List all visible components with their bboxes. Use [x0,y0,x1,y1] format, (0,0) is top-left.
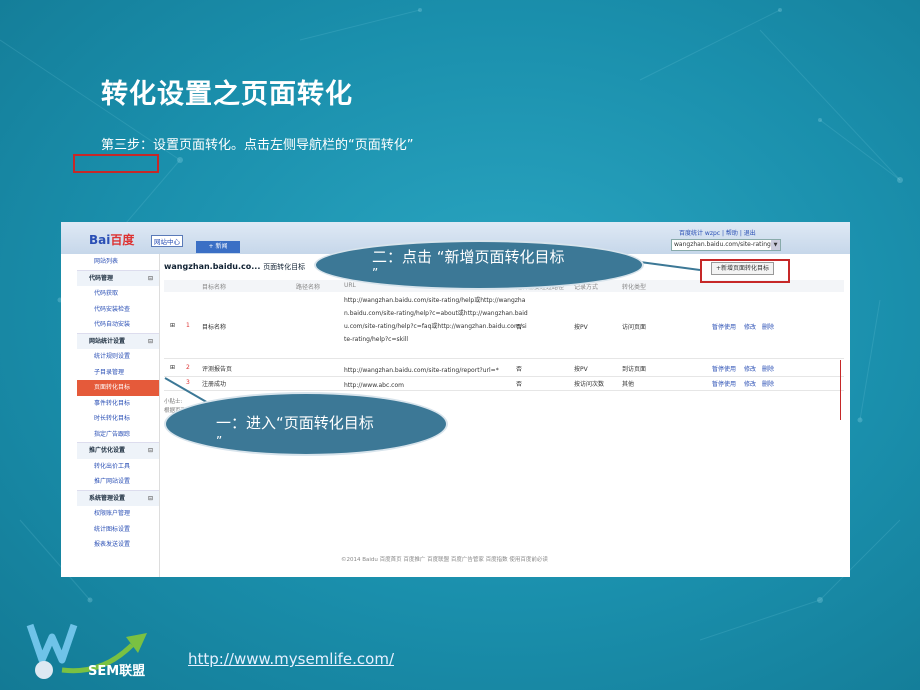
sidebar-item[interactable]: 统计规则设置 [77,349,159,365]
sidebar-item[interactable]: 转化出价工具 [77,459,159,475]
row-action-link[interactable]: 修改 [744,322,756,331]
goal-name: 目标名称 [202,324,227,331]
row-index: 2 [186,364,190,371]
row-action-link[interactable]: 删除 [762,379,774,388]
divider-line [840,360,841,420]
row-action-link[interactable]: 修改 [744,364,756,373]
sidebar-item[interactable]: 代码管理 [77,269,159,286]
breadcrumb: wangzhan.baidu.co... 页面转化目标 [164,262,306,271]
sidebar-item[interactable]: 报表发送设置 [77,537,159,553]
record-method: 按PV [574,324,588,331]
chevron-down-icon: ▼ [771,240,780,250]
conversion-type: 到访页面 [622,366,647,373]
domain-select[interactable]: wangzhan.baidu.com/site-rating ▼ [671,239,781,251]
path-required: 否 [516,381,523,388]
sidebar-item[interactable]: 指定广告跟踪 [77,427,159,443]
news-tab[interactable]: + 新闻 [196,241,240,253]
column-header: URL [344,282,356,289]
sidebar-item[interactable]: 推广网站设置 [77,474,159,490]
baidu-logo[interactable]: Bai百度 [89,231,134,248]
row-action-link[interactable]: 暂停使用 [712,364,736,373]
row-action-link[interactable]: 修改 [744,379,756,388]
highlight-sidebar-item [73,154,159,173]
top-links[interactable]: 百度统计 wzpc | 帮助 | 退出 [679,228,756,237]
column-header: 路径名称 [296,284,321,291]
sidebar-item[interactable]: 网站统计设置 [77,332,159,349]
path-required: 否 [516,324,523,331]
row-action-link[interactable]: 暂停使用 [712,322,736,331]
table-row: ⊞ 1 目标名称 http://wangzhan.baidu.com/site-rat… [164,294,844,359]
sidebar-item[interactable]: 代码自动安装 [77,317,159,333]
goal-url: http://www.abc.com [344,379,404,392]
sidebar-item[interactable]: 页面转化目标 [77,380,159,396]
row-action-link[interactable]: 删除 [762,364,774,373]
url-line: http://wangzhan.baidu.com/site-rating/he… [344,297,526,304]
sidebar-item[interactable]: 代码安装检查 [77,302,159,318]
slide-subtitle: 第三步：设置页面转化。点击左侧导航栏的“页面转化” [101,138,414,153]
callout-step-two: 二：点击 “新增页面转化目标 ” [314,240,644,290]
url-line: te-rating/help?c=skill [344,336,409,343]
footer: ©2014 Baidu 百度首页 百度推广 百度联盟 百度广告管家 百度指数 使… [341,557,548,563]
website-link[interactable]: http://www.mysemlife.com/ [188,650,394,668]
conversion-type: 其他 [622,381,635,388]
row-index: 3 [186,379,190,386]
row-index: 1 [186,322,190,329]
sidebar-item[interactable]: 推广优化设置 [77,442,159,459]
sidebar-item[interactable]: 代码获取 [77,286,159,302]
record-method: 按PV [574,366,588,373]
callout-step-one: 一：进入“页面转化目标 ” [164,392,448,456]
sidebar-item[interactable]: 事件转化目标 [77,396,159,412]
path-required: 否 [516,366,523,373]
table-row: ⊞ 2 评测报告页 http://wangzhan.baidu.com/site-ra… [164,360,844,377]
goal-name: 注册成功 [202,381,227,388]
sidebar-item[interactable]: 系统管理设置 [77,489,159,506]
record-method: 按访问次数 [574,381,605,388]
url-line: u.com/site-rating/help?c=faq或http://wang… [344,323,527,330]
highlight-add-button [700,259,790,283]
site-center-label: 网站中心 [151,235,183,247]
conversion-type: 访问页面 [622,324,647,331]
goal-url: http://wangzhan.baidu.com/site-rating/he… [344,294,528,346]
brand-name: SEM联盟 [88,664,146,679]
sidebar-item[interactable]: 时长转化目标 [77,411,159,427]
sidebar-item[interactable]: 网站列表 [77,254,159,270]
expand-icon[interactable]: ⊞ [170,364,175,371]
goal-name: 评测报告页 [202,366,233,373]
row-action-link[interactable]: 暂停使用 [712,379,736,388]
sidebar-item[interactable]: 统计图标设置 [77,522,159,538]
url-line: http://www.abc.com [344,382,404,389]
row-action-link[interactable]: 删除 [762,322,774,331]
sidebar-item[interactable]: 权限账户管理 [77,506,159,522]
table-row: 3 注册成功 http://www.abc.com 否 按访问次数 其他 暂停使用 修改 删除 [164,376,844,391]
url-line: n.baidu.com/site-rating/help?c=about或htt… [344,310,528,317]
sidebar-item[interactable]: 子目录管理 [77,365,159,381]
sidebar: 网站列表代码管理代码获取代码安装检查代码自动安装网站统计设置统计规则设置子目录管… [77,254,160,577]
column-header: 转化类型 [622,284,647,291]
slide-title: 转化设置之页面转化 [101,79,353,110]
expand-icon[interactable]: ⊞ [170,322,175,329]
column-header: 目标名称 [202,284,227,291]
